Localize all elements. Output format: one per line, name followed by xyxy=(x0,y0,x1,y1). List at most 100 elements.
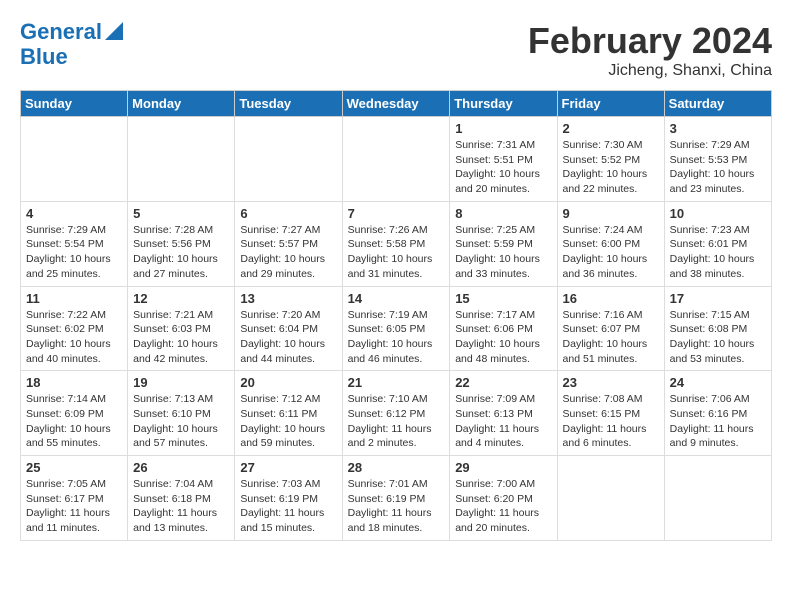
table-row xyxy=(557,456,664,541)
table-row: 17 Sunrise: 7:15 AM Sunset: 6:08 PM Dayli… xyxy=(664,286,771,371)
table-row: 10 Sunrise: 7:23 AM Sunset: 6:01 PM Dayli… xyxy=(664,201,771,286)
logo: General Blue xyxy=(20,20,123,69)
day-info: Sunrise: 7:22 AM Sunset: 6:02 PM Dayligh… xyxy=(26,308,122,367)
day-number: 3 xyxy=(670,121,766,136)
table-row: 4Sunrise: 7:29 AM Sunset: 5:54 PM Daylig… xyxy=(21,201,128,286)
day-number: 2 xyxy=(563,121,659,136)
col-sunday: Sunday xyxy=(21,91,128,117)
day-info: Sunrise: 7:23 AM Sunset: 6:01 PM Dayligh… xyxy=(670,223,766,282)
day-number: 27 xyxy=(240,460,336,475)
day-number: 10 xyxy=(670,206,766,221)
day-info: Sunrise: 7:10 AM Sunset: 6:12 PM Dayligh… xyxy=(348,392,445,451)
day-info: Sunrise: 7:20 AM Sunset: 6:04 PM Dayligh… xyxy=(240,308,336,367)
calendar-week-row: 18Sunrise: 7:14 AM Sunset: 6:09 PM Dayli… xyxy=(21,371,772,456)
day-info: Sunrise: 7:00 AM Sunset: 6:20 PM Dayligh… xyxy=(455,477,551,536)
day-number: 4 xyxy=(26,206,122,221)
table-row: 11 Sunrise: 7:22 AM Sunset: 6:02 PM Dayli… xyxy=(21,286,128,371)
day-info: Sunrise: 7:25 AM Sunset: 5:59 PM Dayligh… xyxy=(455,223,551,282)
day-info: Sunrise: 7:21 AM Sunset: 6:03 PM Dayligh… xyxy=(133,308,229,367)
calendar-week-row: 1Sunrise: 7:31 AM Sunset: 5:51 PM Daylig… xyxy=(21,117,772,202)
table-row: 2 Sunrise: 7:30 AM Sunset: 5:52 PM Daylig… xyxy=(557,117,664,202)
day-number: 16 xyxy=(563,291,659,306)
table-row: 7 Sunrise: 7:26 AM Sunset: 5:58 PM Daylig… xyxy=(342,201,450,286)
table-row: 6 Sunrise: 7:27 AM Sunset: 5:57 PM Daylig… xyxy=(235,201,342,286)
day-info: Sunrise: 7:27 AM Sunset: 5:57 PM Dayligh… xyxy=(240,223,336,282)
table-row: 22Sunrise: 7:09 AM Sunset: 6:13 PM Dayli… xyxy=(450,371,557,456)
table-row xyxy=(21,117,128,202)
day-number: 28 xyxy=(348,460,445,475)
day-number: 12 xyxy=(133,291,229,306)
col-tuesday: Tuesday xyxy=(235,91,342,117)
calendar-title: February 2024 xyxy=(528,20,772,62)
day-number: 24 xyxy=(670,375,766,390)
day-info: Sunrise: 7:12 AM Sunset: 6:11 PM Dayligh… xyxy=(240,392,336,451)
table-row: 9 Sunrise: 7:24 AM Sunset: 6:00 PM Daylig… xyxy=(557,201,664,286)
day-info: Sunrise: 7:17 AM Sunset: 6:06 PM Dayligh… xyxy=(455,308,551,367)
table-row: 5Sunrise: 7:28 AM Sunset: 5:56 PM Daylig… xyxy=(128,201,235,286)
day-info: Sunrise: 7:08 AM Sunset: 6:15 PM Dayligh… xyxy=(563,392,659,451)
table-row: 25Sunrise: 7:05 AM Sunset: 6:17 PM Dayli… xyxy=(21,456,128,541)
day-info: Sunrise: 7:30 AM Sunset: 5:52 PM Dayligh… xyxy=(563,138,659,197)
day-number: 29 xyxy=(455,460,551,475)
day-info: Sunrise: 7:31 AM Sunset: 5:51 PM Dayligh… xyxy=(455,138,551,197)
col-saturday: Saturday xyxy=(664,91,771,117)
day-number: 26 xyxy=(133,460,229,475)
col-friday: Friday xyxy=(557,91,664,117)
table-row: 23 Sunrise: 7:08 AM Sunset: 6:15 PM Dayli… xyxy=(557,371,664,456)
col-thursday: Thursday xyxy=(450,91,557,117)
table-row: 3 Sunrise: 7:29 AM Sunset: 5:53 PM Daylig… xyxy=(664,117,771,202)
table-row: 21 Sunrise: 7:10 AM Sunset: 6:12 PM Dayli… xyxy=(342,371,450,456)
table-row: 29 Sunrise: 7:00 AM Sunset: 6:20 PM Dayli… xyxy=(450,456,557,541)
day-info: Sunrise: 7:19 AM Sunset: 6:05 PM Dayligh… xyxy=(348,308,445,367)
table-row: 26 Sunrise: 7:04 AM Sunset: 6:18 PM Dayli… xyxy=(128,456,235,541)
table-row: 14 Sunrise: 7:19 AM Sunset: 6:05 PM Dayli… xyxy=(342,286,450,371)
calendar-week-row: 4Sunrise: 7:29 AM Sunset: 5:54 PM Daylig… xyxy=(21,201,772,286)
day-number: 8 xyxy=(455,206,551,221)
logo-icon xyxy=(105,22,123,40)
day-info: Sunrise: 7:09 AM Sunset: 6:13 PM Dayligh… xyxy=(455,392,551,451)
day-number: 14 xyxy=(348,291,445,306)
day-info: Sunrise: 7:06 AM Sunset: 6:16 PM Dayligh… xyxy=(670,392,766,451)
calendar-header-row: Sunday Monday Tuesday Wednesday Thursday… xyxy=(21,91,772,117)
table-row: 28 Sunrise: 7:01 AM Sunset: 6:19 PM Dayli… xyxy=(342,456,450,541)
day-number: 18 xyxy=(26,375,122,390)
day-number: 21 xyxy=(348,375,445,390)
table-row: 20 Sunrise: 7:12 AM Sunset: 6:11 PM Dayli… xyxy=(235,371,342,456)
table-row: 18Sunrise: 7:14 AM Sunset: 6:09 PM Dayli… xyxy=(21,371,128,456)
table-row: 12 Sunrise: 7:21 AM Sunset: 6:03 PM Dayli… xyxy=(128,286,235,371)
table-row xyxy=(664,456,771,541)
logo-text-line2: Blue xyxy=(20,45,68,69)
table-row: 24 Sunrise: 7:06 AM Sunset: 6:16 PM Dayli… xyxy=(664,371,771,456)
day-info: Sunrise: 7:28 AM Sunset: 5:56 PM Dayligh… xyxy=(133,223,229,282)
table-row xyxy=(342,117,450,202)
table-row: 8 Sunrise: 7:25 AM Sunset: 5:59 PM Daylig… xyxy=(450,201,557,286)
day-number: 9 xyxy=(563,206,659,221)
calendar-subtitle: Jicheng, Shanxi, China xyxy=(528,62,772,80)
table-row: 19Sunrise: 7:13 AM Sunset: 6:10 PM Dayli… xyxy=(128,371,235,456)
day-number: 15 xyxy=(455,291,551,306)
day-info: Sunrise: 7:29 AM Sunset: 5:53 PM Dayligh… xyxy=(670,138,766,197)
day-number: 6 xyxy=(240,206,336,221)
table-row xyxy=(235,117,342,202)
day-number: 23 xyxy=(563,375,659,390)
table-row: 27 Sunrise: 7:03 AM Sunset: 6:19 PM Dayli… xyxy=(235,456,342,541)
day-number: 25 xyxy=(26,460,122,475)
day-info: Sunrise: 7:24 AM Sunset: 6:00 PM Dayligh… xyxy=(563,223,659,282)
day-number: 20 xyxy=(240,375,336,390)
page-header: General Blue February 2024 Jicheng, Shan… xyxy=(20,20,772,80)
table-row: 13 Sunrise: 7:20 AM Sunset: 6:04 PM Dayli… xyxy=(235,286,342,371)
col-monday: Monday xyxy=(128,91,235,117)
calendar-table: Sunday Monday Tuesday Wednesday Thursday… xyxy=(20,90,772,541)
day-info: Sunrise: 7:04 AM Sunset: 6:18 PM Dayligh… xyxy=(133,477,229,536)
day-number: 11 xyxy=(26,291,122,306)
calendar-week-row: 11 Sunrise: 7:22 AM Sunset: 6:02 PM Dayli… xyxy=(21,286,772,371)
logo-text-line1: General xyxy=(20,20,102,44)
day-info: Sunrise: 7:01 AM Sunset: 6:19 PM Dayligh… xyxy=(348,477,445,536)
day-number: 13 xyxy=(240,291,336,306)
table-row: 16Sunrise: 7:16 AM Sunset: 6:07 PM Dayli… xyxy=(557,286,664,371)
day-number: 17 xyxy=(670,291,766,306)
day-info: Sunrise: 7:15 AM Sunset: 6:08 PM Dayligh… xyxy=(670,308,766,367)
day-info: Sunrise: 7:26 AM Sunset: 5:58 PM Dayligh… xyxy=(348,223,445,282)
day-info: Sunrise: 7:03 AM Sunset: 6:19 PM Dayligh… xyxy=(240,477,336,536)
day-number: 7 xyxy=(348,206,445,221)
